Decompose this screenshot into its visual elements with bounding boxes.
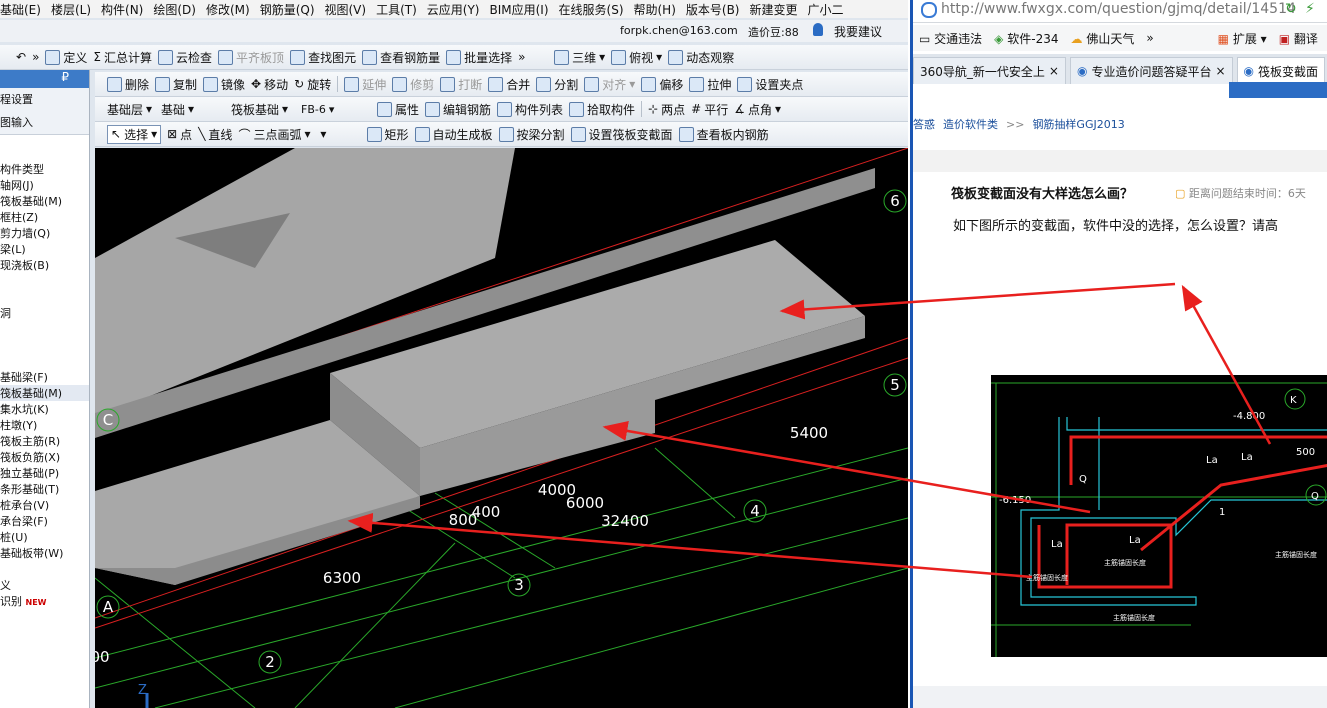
annotation-arrow	[779, 282, 1176, 320]
annotation-arrow	[602, 421, 1091, 514]
annotation-arrow	[1181, 284, 1272, 445]
annotation-arrow	[347, 512, 1033, 579]
annotation-overlay	[347, 282, 1272, 579]
